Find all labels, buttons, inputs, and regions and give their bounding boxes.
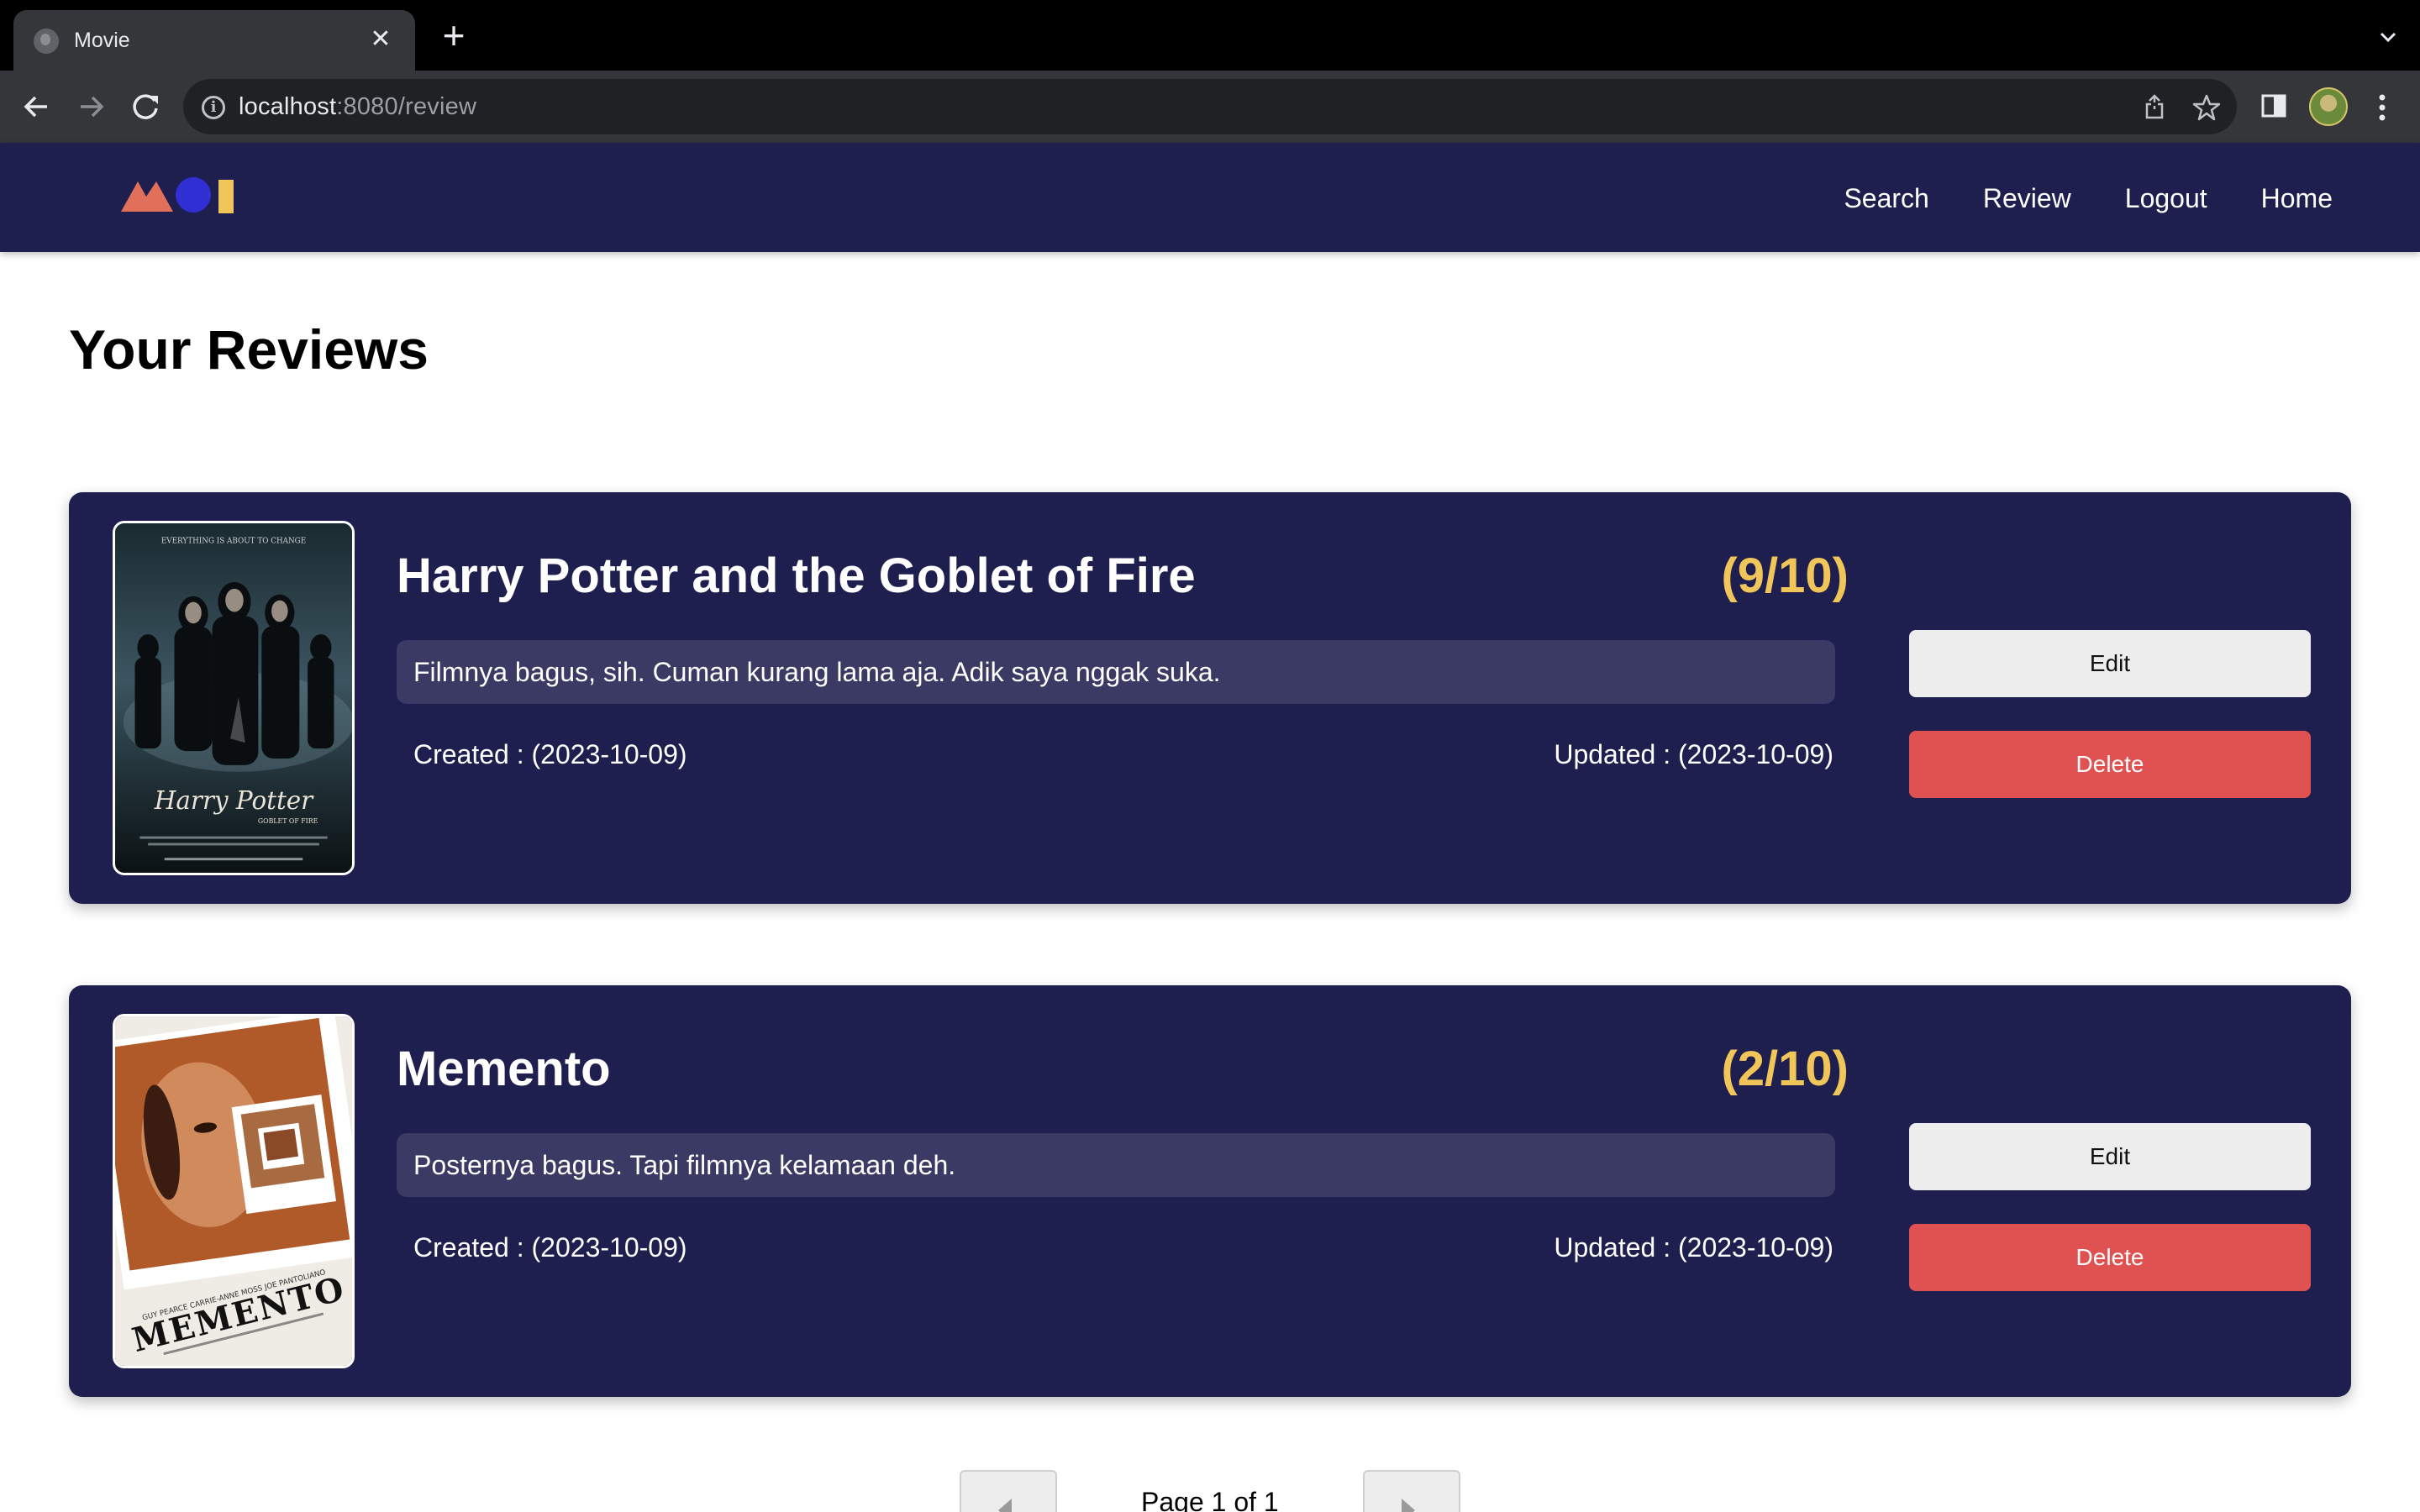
nav-links: Search Review Logout Home bbox=[1844, 183, 2333, 214]
nav-link-review[interactable]: Review bbox=[1983, 183, 2071, 214]
delete-button[interactable]: Delete bbox=[1909, 1224, 2311, 1291]
review-comment-box: Filmnya bagus, sih. Cuman kurang lama aj… bbox=[397, 640, 1835, 704]
movie-title: Harry Potter and the Goblet of Fire bbox=[397, 549, 1196, 603]
browser-tabstrip: Movie ✕ + bbox=[0, 0, 2420, 71]
browser-menu-icon[interactable] bbox=[2370, 91, 2395, 124]
app-logo[interactable] bbox=[121, 173, 239, 220]
nav-link-home[interactable]: Home bbox=[2261, 183, 2333, 214]
globe-icon bbox=[34, 29, 59, 54]
site-info-icon[interactable]: i bbox=[202, 96, 225, 119]
reload-icon[interactable] bbox=[124, 86, 166, 128]
tab-title: Movie bbox=[74, 29, 130, 52]
tab-search-chevron-icon[interactable] bbox=[2375, 24, 2402, 50]
rating-score: (9/10) bbox=[1721, 549, 1849, 603]
created-date: Created : (2023-10-09) bbox=[413, 739, 687, 769]
review-card: EVERYTHING IS ABOUT TO CHANGE Harry Pott… bbox=[69, 492, 2351, 904]
app-navbar: Search Review Logout Home bbox=[0, 143, 2420, 252]
movie-title: Memento bbox=[397, 1042, 611, 1096]
profile-avatar[interactable] bbox=[2309, 87, 2348, 126]
harry-potter-poster-image: EVERYTHING IS ABOUT TO CHANGE Harry Pott… bbox=[115, 523, 352, 873]
svg-text:EVERYTHING IS ABOUT TO CHANGE: EVERYTHING IS ABOUT TO CHANGE bbox=[161, 538, 306, 546]
review-comment: Posternya bagus. Tapi filmnya kelamaan d… bbox=[413, 1150, 956, 1180]
delete-button[interactable]: Delete bbox=[1909, 731, 2311, 798]
svg-text:GOBLET OF FIRE: GOBLET OF FIRE bbox=[258, 817, 318, 825]
nav-link-logout[interactable]: Logout bbox=[2125, 183, 2207, 214]
chevron-right-icon bbox=[1402, 1499, 1415, 1512]
browser-toolbar: i localhost:8080/review bbox=[0, 71, 2420, 143]
review-comment-box: Posternya bagus. Tapi filmnya kelamaan d… bbox=[397, 1133, 1835, 1197]
side-panel-icon[interactable] bbox=[2257, 89, 2291, 123]
previous-page-button[interactable] bbox=[960, 1470, 1057, 1512]
created-date: Created : (2023-10-09) bbox=[413, 1232, 687, 1263]
review-comment: Filmnya bagus, sih. Cuman kurang lama aj… bbox=[413, 657, 1221, 687]
nav-link-search[interactable]: Search bbox=[1844, 183, 1928, 214]
updated-date: Updated : (2023-10-09) bbox=[1554, 739, 1833, 769]
updated-date: Updated : (2023-10-09) bbox=[1554, 1232, 1833, 1263]
movie-poster: GUY PEARCE CARRIE-ANNE MOSS JOE PANTOLIA… bbox=[113, 1014, 355, 1368]
page-title: Your Reviews bbox=[69, 318, 429, 381]
rating-score: (2/10) bbox=[1721, 1042, 1849, 1096]
next-page-button[interactable] bbox=[1363, 1470, 1460, 1512]
address-bar[interactable]: i localhost:8080/review bbox=[183, 79, 2237, 134]
back-arrow-icon[interactable] bbox=[15, 86, 57, 128]
edit-button[interactable]: Edit bbox=[1909, 630, 2311, 697]
forward-arrow-icon[interactable] bbox=[71, 86, 113, 128]
bookmark-star-icon[interactable] bbox=[2191, 92, 2222, 123]
close-tab-icon[interactable]: ✕ bbox=[365, 24, 397, 55]
browser-tab[interactable]: Movie ✕ bbox=[13, 10, 415, 71]
movie-poster: EVERYTHING IS ABOUT TO CHANGE Harry Pott… bbox=[113, 521, 355, 875]
chevron-left-icon bbox=[998, 1499, 1012, 1512]
new-tab-icon[interactable]: + bbox=[435, 16, 472, 55]
url-text: localhost:8080/review bbox=[239, 93, 477, 120]
share-icon[interactable] bbox=[2139, 92, 2170, 123]
review-card: GUY PEARCE CARRIE-ANNE MOSS JOE PANTOLIA… bbox=[69, 985, 2351, 1397]
memento-poster-image: GUY PEARCE CARRIE-ANNE MOSS JOE PANTOLIA… bbox=[115, 1016, 352, 1366]
page-indicator: Page 1 of 1 bbox=[1141, 1487, 1279, 1512]
edit-button[interactable]: Edit bbox=[1909, 1123, 2311, 1190]
svg-text:Harry Potter: Harry Potter bbox=[154, 786, 314, 815]
